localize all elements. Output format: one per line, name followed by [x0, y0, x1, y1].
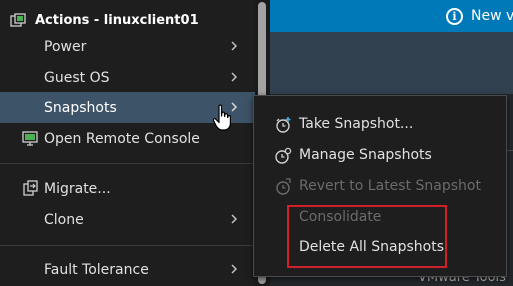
- info-banner[interactable]: i New v: [270, 0, 513, 32]
- menu-item-label: Snapshots: [44, 99, 117, 116]
- menu-item-power[interactable]: Power: [0, 31, 255, 62]
- menu-item-label: Migrate...: [44, 180, 111, 197]
- menu-item-label: Guest OS: [44, 69, 110, 86]
- actions-menu-title: Actions - linuxclient01: [35, 12, 199, 28]
- menu-divider: [0, 163, 255, 164]
- actions-menu-header: Actions - linuxclient01: [10, 10, 199, 30]
- chevron-right-icon: [231, 214, 238, 224]
- info-icon: i: [446, 7, 463, 25]
- migrate-icon: [23, 180, 38, 196]
- menu-divider: [0, 245, 255, 246]
- menu-item-label: Power: [44, 38, 87, 55]
- chevron-right-icon: [231, 72, 238, 82]
- menu-item-label: Open Remote Console: [44, 130, 200, 147]
- menu-item-clone[interactable]: Clone: [0, 204, 255, 235]
- camera-clock-plus-icon: [276, 117, 291, 133]
- submenu-item-revert-to-latest-snapshot[interactable]: Revert to Latest Snapshot: [254, 171, 506, 201]
- chevron-right-icon: [231, 41, 238, 51]
- submenu-item-label: Take Snapshot...: [299, 116, 414, 132]
- chevron-right-icon: [231, 264, 238, 274]
- menu-item-migrate[interactable]: Migrate...: [0, 173, 255, 204]
- content-header-band: [270, 32, 513, 94]
- menu-item-label: Fault Tolerance: [44, 261, 149, 278]
- menu-item-fault-tolerance[interactable]: Fault Tolerance: [0, 254, 255, 285]
- submenu-item-label: Revert to Latest Snapshot: [299, 178, 481, 194]
- menu-item-guest-os[interactable]: Guest OS: [0, 62, 255, 93]
- remote-console-icon: [22, 131, 38, 146]
- submenu-item-manage-snapshots[interactable]: Manage Snapshots: [254, 140, 506, 170]
- camera-revert-icon: [276, 178, 291, 195]
- annotation-highlight-box: [287, 205, 447, 268]
- submenu-item-take-snapshot[interactable]: Take Snapshot...: [254, 109, 506, 139]
- vm-icon: [10, 12, 26, 27]
- hand-cursor-icon: [212, 104, 231, 131]
- submenu-item-label: Manage Snapshots: [299, 147, 432, 163]
- menu-item-label: Clone: [44, 211, 84, 228]
- banner-text: New v: [471, 8, 513, 24]
- camera-gear-icon: [275, 147, 292, 164]
